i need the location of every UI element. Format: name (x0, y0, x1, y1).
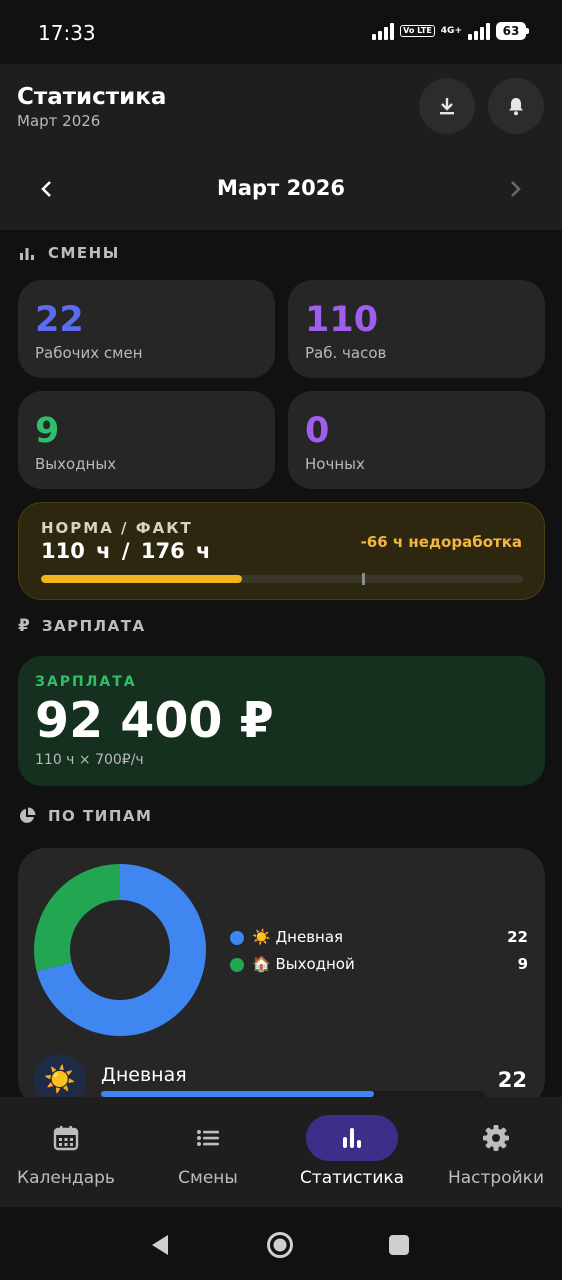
volte-badge: Vo LTE (400, 25, 435, 37)
types-card: ☀️ Дневная 22 🏠 Выходной 9 ☀️ Дневная 22 (18, 848, 545, 1108)
stat-value: 9 (35, 411, 60, 451)
section-types-header: ПО ТИПАМ (18, 807, 152, 825)
page-title: Статистика (17, 84, 167, 110)
types-donut-chart (34, 864, 206, 1036)
status-time: 17:33 (38, 21, 96, 45)
recents-icon[interactable] (388, 1234, 410, 1256)
salary-amount: 92 400 ₽ (35, 692, 274, 749)
norm-deficit: -66 ч недоработка (360, 533, 522, 551)
download-icon (440, 98, 454, 115)
legend-dot (230, 958, 244, 972)
norm-progress-fill (41, 575, 242, 583)
stat-value: 0 (305, 411, 330, 451)
stat-label: Выходных (35, 455, 117, 473)
stat-card-work-shifts: 22 Рабочих смен (18, 280, 275, 378)
norm-label: НОРМА / ФАКТ (41, 519, 193, 537)
legend-item-day: ☀️ Дневная 22 (230, 926, 528, 950)
type-count: 22 (497, 1068, 527, 1092)
nav-calendar[interactable]: Календарь (0, 1097, 136, 1207)
next-month-button[interactable] (500, 174, 530, 204)
legend-name: ☀️ Дневная (252, 928, 344, 946)
section-shifts-title: СМЕНЫ (48, 244, 120, 262)
battery-icon: 63 (496, 22, 529, 40)
status-icons: Vo LTE 4G+ 63 (372, 22, 529, 40)
pie-chart-icon (19, 807, 36, 823)
norm-fact-card: НОРМА / ФАКТ 110 ч / 176 ч -66 ч недораб… (18, 502, 545, 600)
stat-value: 110 (305, 300, 379, 340)
home-icon[interactable] (266, 1231, 294, 1259)
stat-label: Рабочих смен (35, 344, 143, 362)
bar-chart-icon (306, 1115, 398, 1161)
back-icon[interactable] (148, 1233, 172, 1257)
page-subtitle: Март 2026 (17, 112, 101, 130)
download-button[interactable] (419, 78, 475, 134)
bell-icon (509, 98, 523, 116)
nav-label: Настройки (447, 1168, 544, 1188)
legend-count: 9 (517, 955, 528, 973)
legend-dot (230, 931, 244, 945)
list-icon (162, 1115, 254, 1161)
legend-name: 🏠 Выходной (252, 955, 355, 973)
norm-progress-track (41, 575, 523, 583)
network-type: 4G+ (440, 25, 462, 36)
norm-target-marker (361, 573, 365, 585)
section-salary-title: ЗАРПЛАТА (41, 617, 146, 635)
section-shifts-header: СМЕНЫ (18, 244, 120, 262)
norm-value: 110 ч / 176 ч (41, 539, 211, 563)
nav-shifts[interactable]: Смены (138, 1097, 278, 1207)
stat-card-night-shifts: 0 Ночных (288, 391, 545, 489)
stat-card-work-hours: 110 Раб. часов (288, 280, 545, 378)
ruble-icon: ₽ (18, 616, 30, 636)
signal-icon-2 (468, 22, 490, 40)
salary-formula: 110 ч × 700₽/ч (35, 752, 144, 768)
type-name: Дневная (101, 1064, 187, 1086)
notifications-button[interactable] (488, 78, 544, 134)
bar-chart-icon (20, 248, 34, 260)
legend-count: 22 (507, 928, 528, 946)
stat-label: Ночных (305, 455, 365, 473)
stat-value: 22 (35, 300, 84, 340)
nav-settings[interactable]: Настройки (426, 1097, 562, 1207)
salary-label: ЗАРПЛАТА (35, 674, 137, 690)
month-navigation: Март 2026 (0, 164, 562, 214)
legend-item-off: 🏠 Выходной 9 (230, 953, 528, 977)
stat-card-days-off: 9 Выходных (18, 391, 275, 489)
gear-icon (450, 1115, 542, 1161)
nav-label: Статистика (299, 1168, 405, 1188)
month-label: Март 2026 (216, 176, 346, 200)
nav-label: Календарь (17, 1168, 115, 1188)
stat-label: Раб. часов (305, 344, 387, 362)
app-header: Статистика Март 2026 Март 2026 (0, 64, 562, 230)
section-types-title: ПО ТИПАМ (48, 807, 153, 825)
salary-card: ЗАРПЛАТА 92 400 ₽ 110 ч × 700₽/ч (18, 656, 545, 786)
calendar-icon (20, 1115, 112, 1161)
system-navigation-bar (0, 1207, 562, 1280)
status-bar: 17:33 Vo LTE 4G+ 63 (0, 0, 562, 64)
chevron-right-icon (511, 181, 521, 197)
section-salary-header: ₽ ЗАРПЛАТА (18, 616, 146, 636)
signal-icon (372, 22, 395, 40)
nav-label: Смены (178, 1168, 238, 1188)
nav-statistics[interactable]: Статистика (282, 1097, 422, 1207)
bottom-navigation: Календарь Смены Статистика Настройки (0, 1097, 562, 1207)
